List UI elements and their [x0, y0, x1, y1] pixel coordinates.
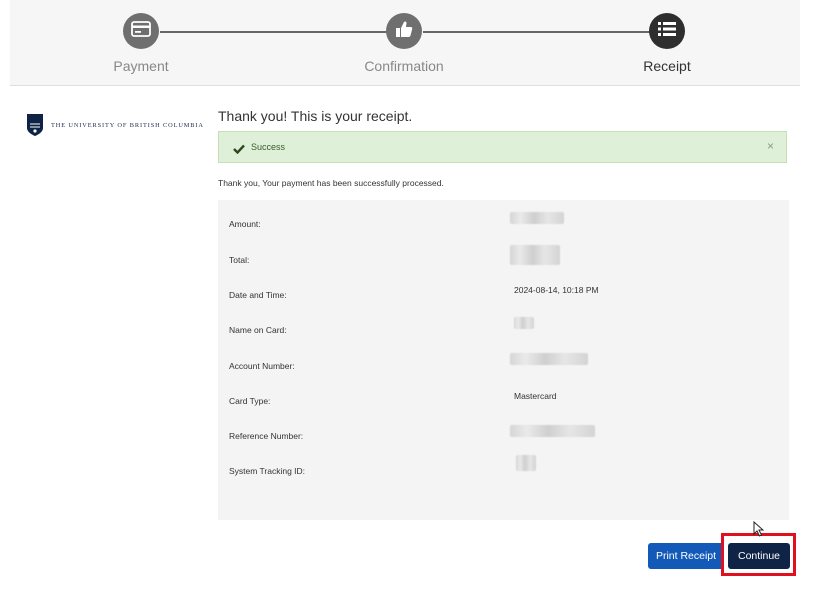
- alert-text: Success: [251, 142, 286, 152]
- thumbs-up-icon: [395, 20, 413, 43]
- row-value-date-time: 2024-08-14, 10:18 PM: [514, 285, 599, 295]
- close-icon[interactable]: ×: [767, 139, 774, 153]
- redacted-amount: [510, 212, 564, 224]
- redacted-reference-number: [510, 425, 595, 437]
- step-payment: [123, 13, 159, 49]
- redacted-total: [510, 245, 560, 265]
- row-label-name-on-card: Name on Card:: [229, 325, 287, 335]
- row-label-amount: Amount:: [229, 219, 261, 229]
- continue-button[interactable]: Continue: [728, 543, 790, 569]
- row-label-system-tracking-id: System Tracking ID:: [229, 466, 306, 476]
- row-label-total: Total:: [229, 255, 250, 265]
- step-connector: [423, 31, 650, 33]
- ubc-crest-icon: [27, 114, 43, 136]
- row-label-card-type: Card Type:: [229, 396, 271, 406]
- redacted-account-number: [510, 353, 588, 365]
- row-label-account-number: Account Number:: [229, 361, 295, 371]
- success-alert: Success ×: [218, 131, 787, 163]
- redacted-name-on-card: [514, 317, 534, 329]
- ubc-logo: THE UNIVERSITY OF BRITISH COLUMBIA: [27, 114, 204, 136]
- row-label-reference-number: Reference Number:: [229, 431, 304, 441]
- progress-stepper: Payment Confirmation Receipt: [10, 0, 800, 86]
- page-title: Thank you! This is your receipt.: [218, 108, 413, 124]
- row-label-date-time: Date and Time:: [229, 290, 287, 300]
- redacted-system-tracking-id: [516, 455, 536, 471]
- logo-text: THE UNIVERSITY OF BRITISH COLUMBIA: [51, 121, 204, 129]
- receipt-details: Amount: Total: Date and Time: 2024-08-14…: [218, 200, 789, 520]
- step-label-receipt: Receipt: [643, 58, 691, 74]
- checkmark-icon: [233, 141, 245, 159]
- credit-card-icon: [131, 20, 151, 42]
- mouse-cursor-icon: [753, 520, 765, 542]
- step-connector: [160, 31, 387, 33]
- success-message: Thank you, Your payment has been success…: [218, 178, 444, 188]
- print-receipt-button[interactable]: Print Receipt: [648, 543, 724, 569]
- row-value-card-type: Mastercard: [514, 391, 557, 401]
- step-label-payment: Payment: [113, 58, 169, 74]
- step-label-confirmation: Confirmation: [364, 58, 444, 74]
- step-receipt: [649, 13, 685, 49]
- step-confirmation: [386, 13, 422, 49]
- list-icon: [657, 21, 677, 42]
